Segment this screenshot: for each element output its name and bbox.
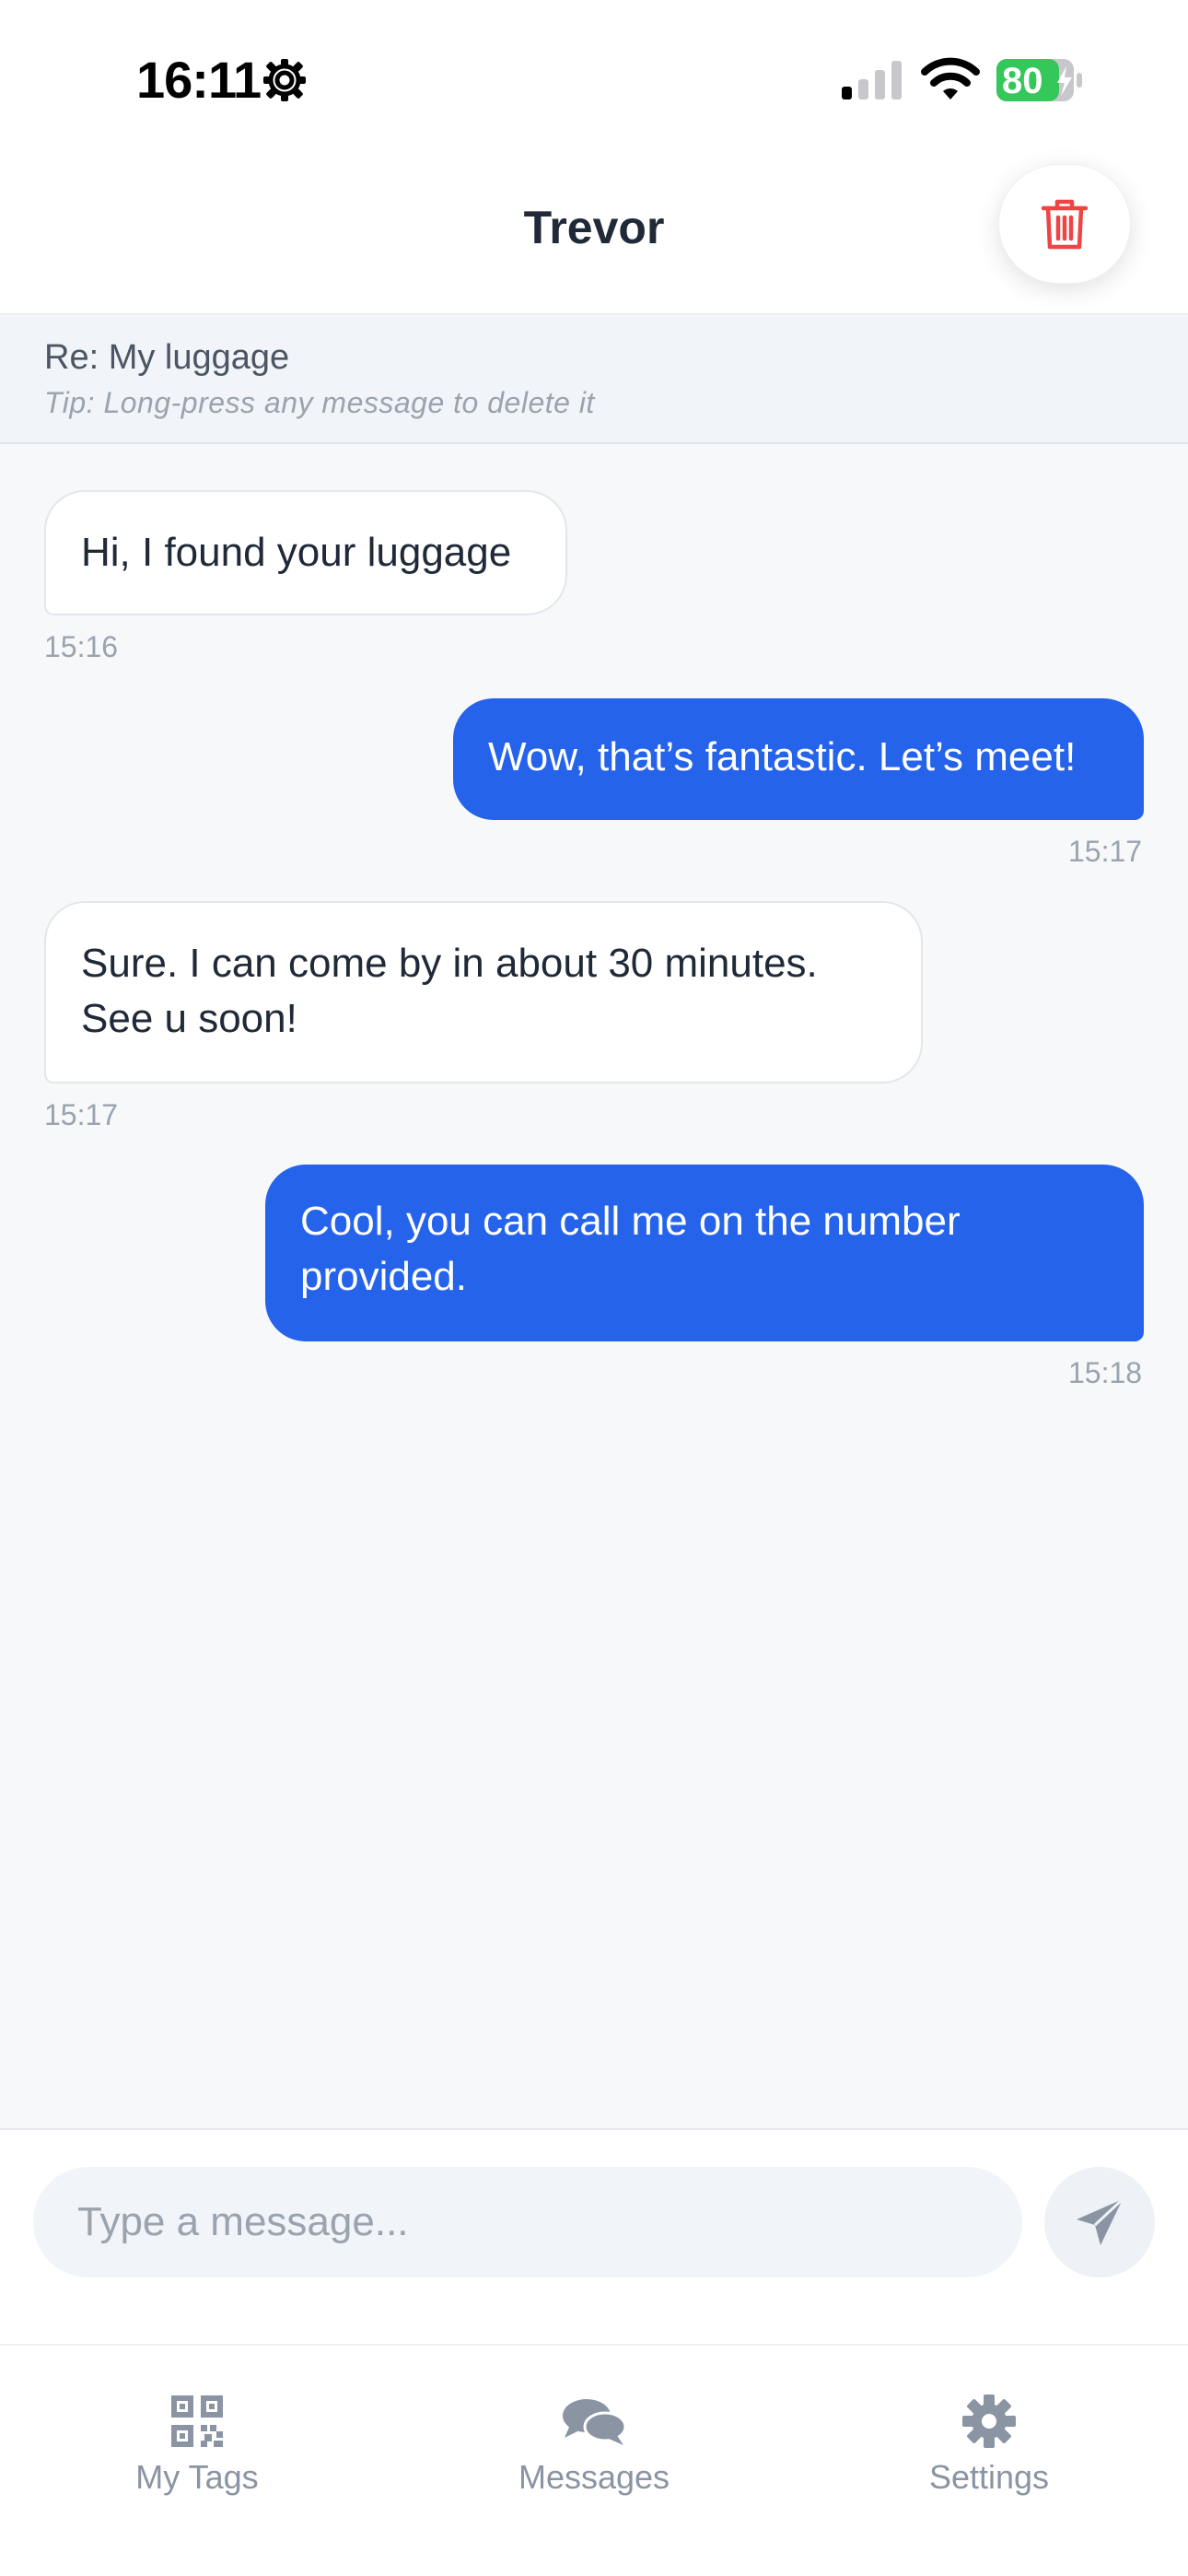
bottom-tab-bar: My Tags Messages Settings	[0, 2344, 1188, 2576]
tab-settings[interactable]: Settings	[851, 2346, 1127, 2530]
gear-icon	[962, 2395, 1016, 2448]
status-bar: 16:11 80	[0, 0, 1188, 157]
send-button[interactable]	[1044, 2167, 1155, 2277]
conversation-subject: Re: My luggage	[44, 338, 290, 377]
message-input[interactable]	[33, 2167, 1022, 2277]
chat-header: Trevor	[0, 157, 1188, 313]
message-timestamp: 15:16	[44, 630, 119, 663]
battery-level: 80	[1002, 61, 1043, 101]
cellular-signal-icon	[842, 61, 902, 100]
tab-label: My Tags	[135, 2458, 259, 2496]
tab-messages[interactable]: Messages	[456, 2346, 732, 2530]
message-timestamp: 15:17	[44, 1098, 119, 1131]
message-bubble-incoming[interactable]: Hi, I found your luggage	[44, 490, 567, 615]
conversation-subject-bar: Re: My luggage Tip: Long-press any messa…	[0, 313, 1188, 444]
message-text: See u soon!	[81, 996, 297, 1041]
chat-bubbles-icon	[563, 2399, 627, 2445]
qr-code-icon	[171, 2395, 223, 2447]
delete-tip: Tip: Long-press any message to delete it	[44, 386, 595, 419]
message-text: Sure. I can come by in about 30 minutes.	[81, 941, 818, 986]
tab-label: Settings	[928, 2458, 1050, 2496]
send-icon	[1077, 2197, 1124, 2245]
message-text: Hi, I found your luggage	[81, 530, 512, 575]
app-activity-icon	[263, 59, 306, 101]
message-timestamp: 15:18	[1068, 1356, 1143, 1389]
trash-icon	[1041, 199, 1089, 250]
tab-label: Messages	[518, 2458, 670, 2496]
message-bubble-outgoing[interactable]: Wow, that’s fantastic. Let’s meet!	[453, 698, 1144, 820]
message-composer	[0, 2128, 1188, 2344]
message-text: Wow, that’s fantastic. Let’s meet!	[488, 734, 1077, 779]
message-bubble-outgoing[interactable]: Cool, you can call me on the number prov…	[265, 1165, 1144, 1341]
tab-my-tags[interactable]: My Tags	[59, 2346, 335, 2530]
message-text: Cool, you can call me on the number	[300, 1199, 961, 1244]
delete-conversation-button[interactable]	[998, 164, 1131, 284]
message-timestamp: 15:17	[1068, 835, 1143, 868]
status-time: 16:11	[136, 51, 262, 109]
message-text: provided.	[300, 1254, 468, 1299]
message-bubble-incoming[interactable]: Sure. I can come by in about 30 minutes.…	[44, 901, 923, 1083]
wifi-icon	[921, 57, 980, 100]
